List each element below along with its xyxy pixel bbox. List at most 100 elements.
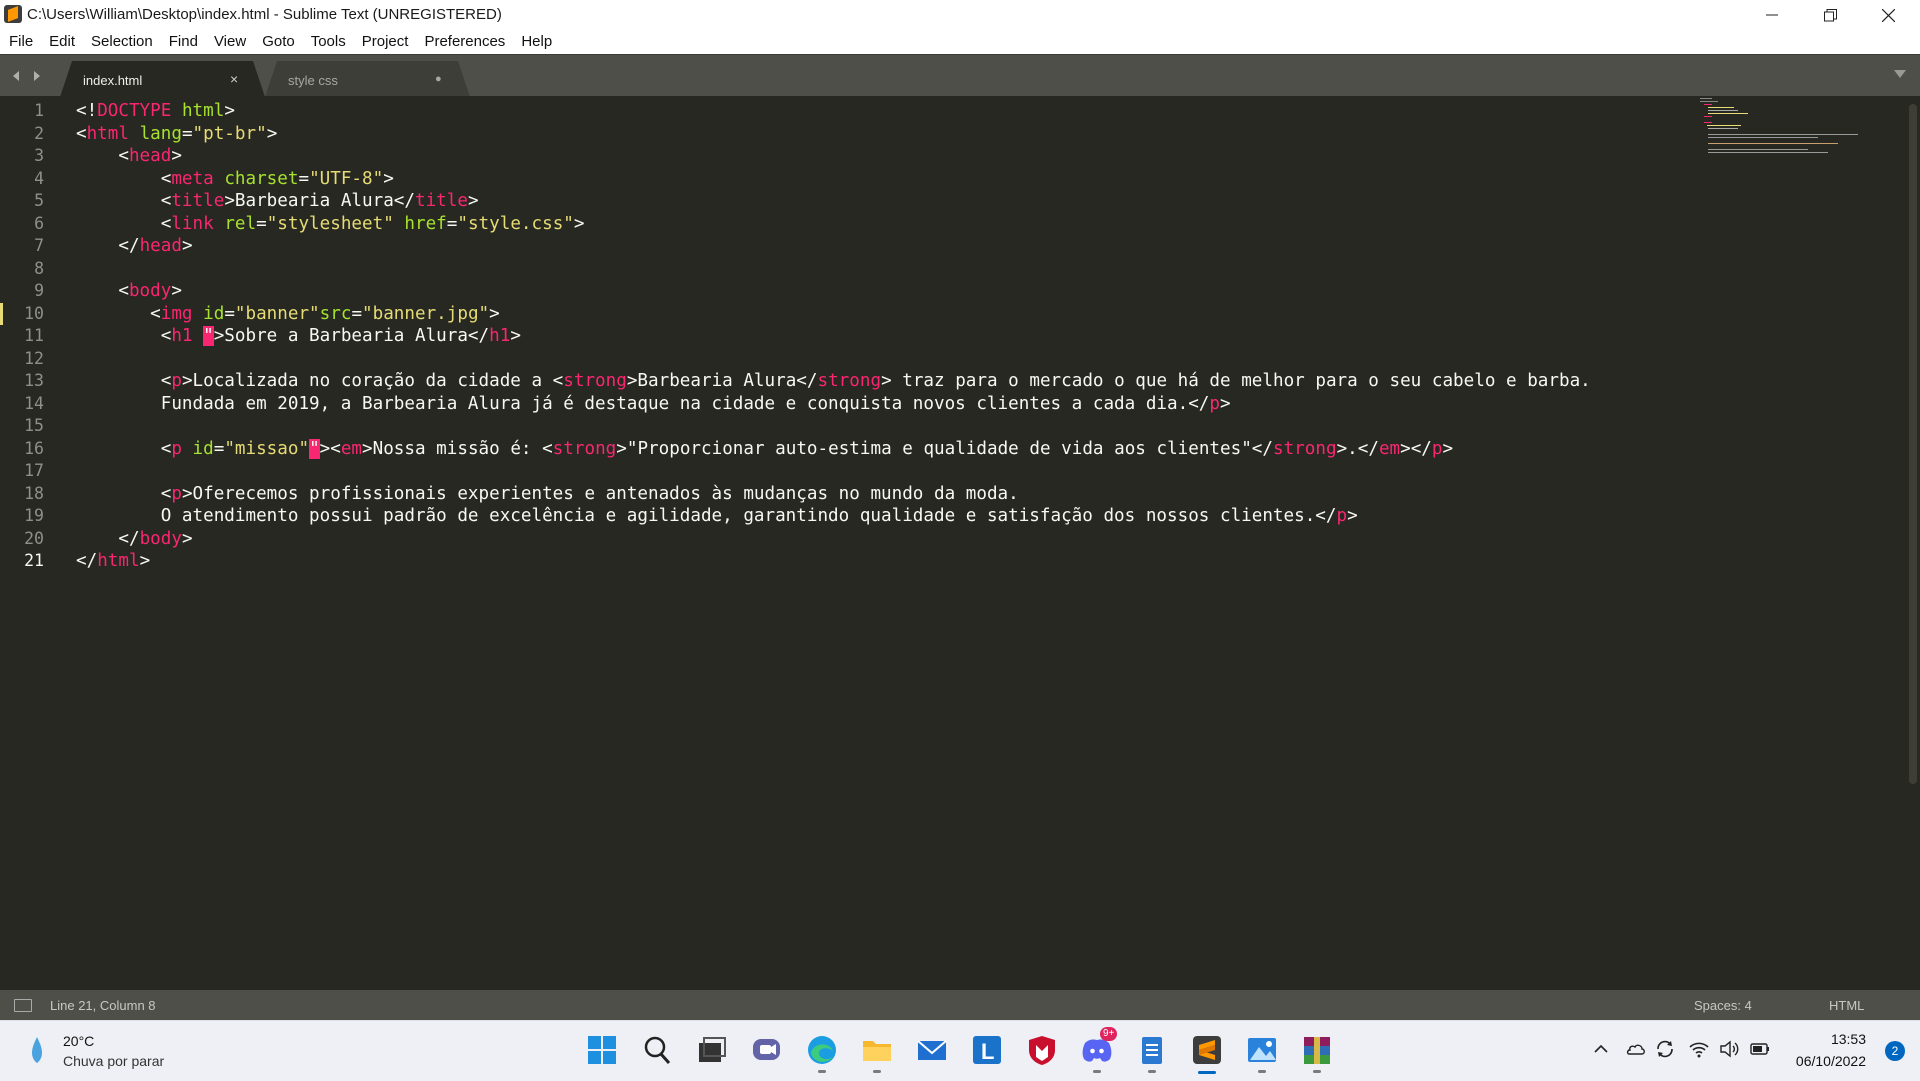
- tab-close-icon[interactable]: ×: [230, 71, 238, 87]
- code-token: DOCTYPE: [97, 101, 172, 121]
- l-app[interactable]: L: [970, 1033, 1004, 1067]
- volume-icon[interactable]: [1718, 1037, 1740, 1061]
- notification-badge[interactable]: 2: [1885, 1041, 1905, 1061]
- archive-icon: [1304, 1037, 1330, 1064]
- tab-list-dropdown-icon[interactable]: [1894, 70, 1906, 78]
- edge-app[interactable]: [805, 1033, 839, 1073]
- restore-button[interactable]: [1801, 0, 1859, 30]
- code-line[interactable]: </head>: [76, 235, 192, 258]
- code-line[interactable]: <!DOCTYPE html>: [76, 100, 235, 123]
- chevron-up-icon[interactable]: [1592, 1037, 1610, 1061]
- menu-selection[interactable]: Selection: [83, 30, 161, 54]
- menu-tools[interactable]: Tools: [303, 30, 354, 54]
- code-line[interactable]: <html lang="pt-br">: [76, 123, 277, 146]
- code-token: >: [383, 168, 394, 189]
- minimize-button[interactable]: [1743, 0, 1801, 30]
- line-number: 16: [24, 438, 44, 458]
- discord-app[interactable]: 9+: [1080, 1027, 1118, 1073]
- code-line[interactable]: <body>: [76, 280, 182, 303]
- code-token: em: [340, 438, 363, 459]
- code-token: ": [203, 326, 214, 346]
- menu-edit[interactable]: Edit: [41, 30, 83, 54]
- code-line[interactable]: <p>Oferecemos profissionais experientes …: [76, 483, 1019, 506]
- console-toggle-icon[interactable]: [14, 999, 32, 1012]
- code-line[interactable]: Fundada em 2019, a Barbearia Alura já é …: [76, 393, 1231, 416]
- notepad-app[interactable]: [1135, 1033, 1169, 1073]
- close-button[interactable]: [1859, 0, 1917, 30]
- minimap[interactable]: [1700, 96, 1890, 156]
- tab-style-css[interactable]: style css ●: [265, 61, 470, 97]
- menu-help[interactable]: Help: [513, 30, 560, 54]
- code-token: "style.css": [457, 213, 574, 234]
- code-token: <: [76, 168, 172, 189]
- vertical-scrollbar[interactable]: [1909, 104, 1917, 784]
- code-line[interactable]: <p>Localizada no coração da cidade a <st…: [76, 370, 1591, 393]
- menu-find[interactable]: Find: [161, 30, 206, 54]
- code-token: id: [192, 438, 214, 459]
- code-line[interactable]: <meta charset="UTF-8">: [76, 168, 394, 191]
- photos-app[interactable]: [1245, 1033, 1279, 1073]
- task-view-button[interactable]: [695, 1033, 729, 1067]
- tab-index-html[interactable]: index.html ×: [60, 61, 265, 97]
- code-token: "pt-br": [192, 123, 267, 144]
- code-token: body: [128, 281, 172, 301]
- sync-icon[interactable]: [1654, 1037, 1676, 1061]
- indentation-setting[interactable]: Spaces: 4: [1694, 998, 1752, 1013]
- code-token: >.</: [1336, 438, 1379, 459]
- weather-description[interactable]: Chuva por parar: [63, 1053, 164, 1069]
- code-line[interactable]: </body>: [76, 528, 192, 551]
- code-editor[interactable]: 1 2 3 4 5 6 7 8 9 10 11 12 13 14 15 16 17 18 19 20 21 <!DOCT…: [0, 96, 1920, 990]
- syntax-setting[interactable]: HTML: [1829, 998, 1864, 1013]
- svg-text:L: L: [981, 1039, 994, 1064]
- weather-rain-icon[interactable]: [30, 1035, 44, 1065]
- code-line[interactable]: <head>: [76, 145, 182, 168]
- chat-icon: [753, 1039, 780, 1060]
- file-explorer-app[interactable]: [860, 1033, 894, 1073]
- security-app[interactable]: [1025, 1033, 1059, 1067]
- code-line[interactable]: <img id="banner"src="banner.jpg">: [76, 303, 500, 326]
- menu-preferences[interactable]: Preferences: [416, 30, 513, 54]
- start-button[interactable]: [585, 1033, 619, 1067]
- search-button[interactable]: [640, 1033, 674, 1067]
- code-line[interactable]: <title>Barbearia Alura</title>: [76, 190, 479, 213]
- winrar-app[interactable]: [1300, 1033, 1334, 1073]
- code-token: >Sobre a Barbearia Alura</: [213, 326, 490, 346]
- battery-icon[interactable]: [1748, 1037, 1772, 1061]
- mail-app[interactable]: [915, 1033, 949, 1067]
- code-token: Fundada em 2019, a Barbearia Alura já é …: [76, 393, 1210, 414]
- menu-view[interactable]: View: [206, 30, 254, 54]
- close-icon: [1881, 8, 1895, 22]
- tab-nav-arrows-icon[interactable]: [10, 67, 46, 85]
- code-line[interactable]: O atendimento possui padrão de excelênci…: [76, 505, 1358, 528]
- cloud-icon[interactable]: [1624, 1037, 1646, 1061]
- code-line[interactable]: </html>: [76, 550, 150, 573]
- code-token: >: [1347, 506, 1358, 526]
- code-token: p: [1431, 438, 1443, 459]
- clock-time[interactable]: 13:53: [1831, 1031, 1866, 1047]
- wifi-icon[interactable]: [1688, 1037, 1710, 1061]
- clock-date[interactable]: 06/10/2022: [1796, 1053, 1866, 1069]
- code-token: >: [510, 326, 521, 346]
- code-line[interactable]: <h1 ">Sobre a Barbearia Alura</h1>: [76, 325, 521, 348]
- code-token: em: [1378, 438, 1401, 459]
- code-token: >Barbearia Alura</: [626, 371, 818, 391]
- menu-project[interactable]: Project: [354, 30, 417, 54]
- code-token: =: [256, 213, 267, 234]
- code-line[interactable]: <p id="missao""><em>Nossa missão é: <str…: [76, 438, 1453, 461]
- weather-temperature[interactable]: 20°C: [63, 1033, 94, 1049]
- code-token: html: [86, 123, 129, 144]
- menu-goto[interactable]: Goto: [254, 30, 303, 54]
- code-token: "banner.jpg": [362, 303, 490, 324]
- chat-app[interactable]: [750, 1033, 784, 1067]
- unsaved-dot-icon[interactable]: ●: [435, 73, 442, 85]
- code-line[interactable]: <link rel="stylesheet" href="style.css">: [76, 213, 585, 236]
- sublime-text-icon: [1193, 1036, 1221, 1064]
- sublime-text-app[interactable]: [1190, 1033, 1224, 1074]
- code-token: >: [319, 438, 331, 459]
- menu-file[interactable]: File: [0, 30, 41, 54]
- code-token: >: [573, 213, 585, 234]
- line-number: 12: [24, 348, 44, 368]
- code-token: <: [330, 438, 341, 459]
